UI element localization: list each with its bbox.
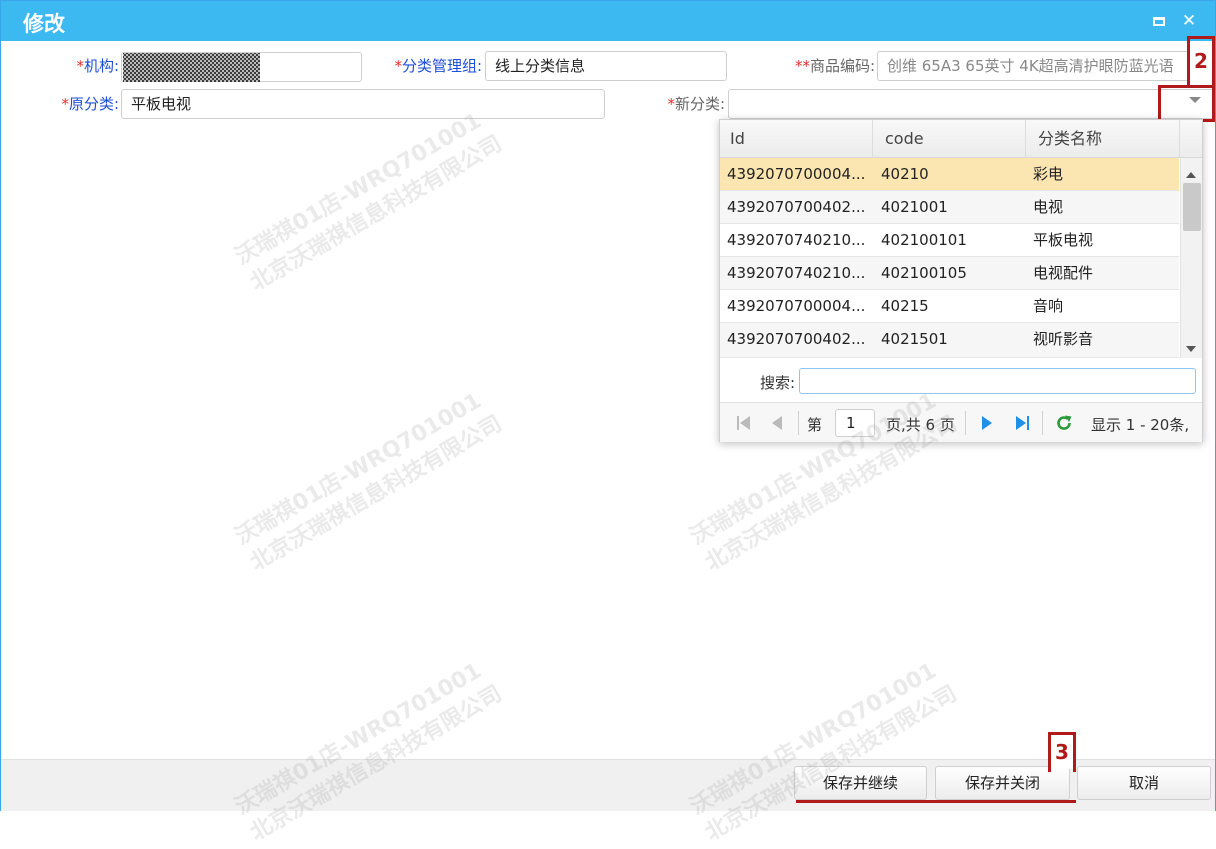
- search-label: 搜索:: [760, 374, 796, 392]
- edit-dialog: 修改 ✕ *机构: *分类管理组: 线上分类信息 **商品编码: 创维 65A3…: [0, 0, 1216, 846]
- display-range-text: 显示 1 - 20条,: [1091, 416, 1190, 434]
- page-total-text: 页,共 6 页: [886, 416, 955, 434]
- page-number-input[interactable]: 1: [835, 409, 875, 437]
- column-header-id[interactable]: Id: [720, 120, 873, 158]
- pagination-bar: 第 1 页,共 6 页 显示 1 - 20条,: [720, 402, 1202, 442]
- pager-divider: [1042, 411, 1043, 435]
- cell-code: 402100101: [881, 231, 967, 249]
- cell-id: 4392070700004...: [727, 297, 866, 315]
- original-category-label: *原分类:: [61, 95, 119, 113]
- product-code-label: **商品编码:: [794, 57, 875, 75]
- product-code-field[interactable]: 创维 65A3 65英寸 4K超高清护眼防蓝光语: [877, 51, 1189, 81]
- cell-code: 40215: [881, 297, 929, 315]
- cell-id: 4392070740210...: [727, 264, 866, 282]
- cell-name: 音响: [1033, 297, 1064, 315]
- table-row[interactable]: 4392070740210... 402100101 平板电视: [720, 224, 1179, 257]
- annotation-number-3: 3: [1051, 735, 1073, 769]
- org-redacted-value: [123, 53, 260, 82]
- last-page-icon[interactable]: [1015, 415, 1029, 435]
- first-page-icon[interactable]: [737, 415, 751, 435]
- category-dropdown-panel: Id code 分类名称 4392070700004... 40210 彩电 4…: [719, 119, 1203, 442]
- cell-code: 4021501: [881, 330, 948, 348]
- cell-name: 彩电: [1033, 165, 1064, 183]
- table-row[interactable]: 4392070700402... 4021001 电视: [720, 191, 1179, 224]
- watermark: 沃瑞祺01店-WRQ701001 北京沃瑞祺信息科技有限公司: [231, 108, 507, 296]
- original-category-field[interactable]: 平板电视: [121, 89, 605, 119]
- group-field[interactable]: 线上分类信息: [485, 51, 727, 81]
- title-bar[interactable]: 修改 ✕: [1, 1, 1215, 41]
- cell-code: 402100105: [881, 264, 967, 282]
- cancel-button[interactable]: 取消: [1077, 766, 1211, 800]
- prev-page-icon[interactable]: [771, 415, 783, 435]
- vertical-scrollbar[interactable]: [1180, 158, 1202, 358]
- page-prefix: 第: [807, 416, 823, 434]
- group-label: *分类管理组:: [394, 57, 482, 75]
- scroll-down-icon[interactable]: [1186, 346, 1196, 352]
- table-row[interactable]: 4392070700402... 4021501 视听影音: [720, 323, 1179, 358]
- table-row[interactable]: 4392070740210... 402100105 电视配件: [720, 257, 1179, 290]
- save-continue-button[interactable]: 保存并继续: [794, 766, 927, 800]
- pager-divider: [965, 411, 966, 435]
- table-row[interactable]: 4392070700004... 40210 彩电: [720, 158, 1179, 191]
- next-page-icon[interactable]: [981, 415, 993, 435]
- cell-name: 电视: [1033, 198, 1064, 216]
- new-category-label: *新分类:: [667, 95, 725, 113]
- cell-name: 电视配件: [1033, 264, 1094, 282]
- dialog-title: 修改: [23, 12, 65, 36]
- watermark: 沃瑞祺01店-WRQ701001 北京沃瑞祺信息科技有限公司: [231, 658, 507, 846]
- annotation-box-2: [1158, 85, 1215, 122]
- watermark: 沃瑞祺01店-WRQ701001 北京沃瑞祺信息科技有限公司: [686, 658, 962, 846]
- pager-divider: [798, 411, 799, 435]
- grid-header: Id code 分类名称: [720, 120, 1202, 158]
- cell-id: 4392070700402...: [727, 330, 866, 348]
- cell-id: 4392070740210...: [727, 231, 866, 249]
- scroll-up-icon[interactable]: [1186, 172, 1196, 178]
- cell-name: 视听影音: [1033, 330, 1094, 348]
- cell-id: 4392070700004...: [727, 165, 866, 183]
- table-row[interactable]: 4392070700004... 40215 音响: [720, 290, 1179, 323]
- cell-name: 平板电视: [1033, 231, 1094, 249]
- search-input[interactable]: [799, 368, 1196, 394]
- cell-id: 4392070700402...: [727, 198, 866, 216]
- watermark: 沃瑞祺01店-WRQ701001 北京沃瑞祺信息科技有限公司: [231, 388, 507, 576]
- refresh-icon[interactable]: [1055, 414, 1073, 436]
- cell-code: 40210: [881, 165, 929, 183]
- annotation-underline-3: [796, 800, 1076, 803]
- dialog-footer: 保存并继续 保存并关闭 取消: [1, 759, 1215, 811]
- scroll-thumb[interactable]: [1183, 183, 1201, 231]
- close-icon[interactable]: ✕: [1179, 11, 1199, 31]
- maximize-icon[interactable]: [1149, 11, 1169, 31]
- column-header-category-name[interactable]: 分类名称: [1026, 120, 1180, 158]
- org-label: *机构:: [76, 57, 119, 75]
- column-header-code[interactable]: code: [873, 120, 1026, 158]
- cell-code: 4021001: [881, 198, 948, 216]
- new-category-combobox[interactable]: [728, 89, 1215, 119]
- annotation-number-2: 2: [1190, 44, 1212, 78]
